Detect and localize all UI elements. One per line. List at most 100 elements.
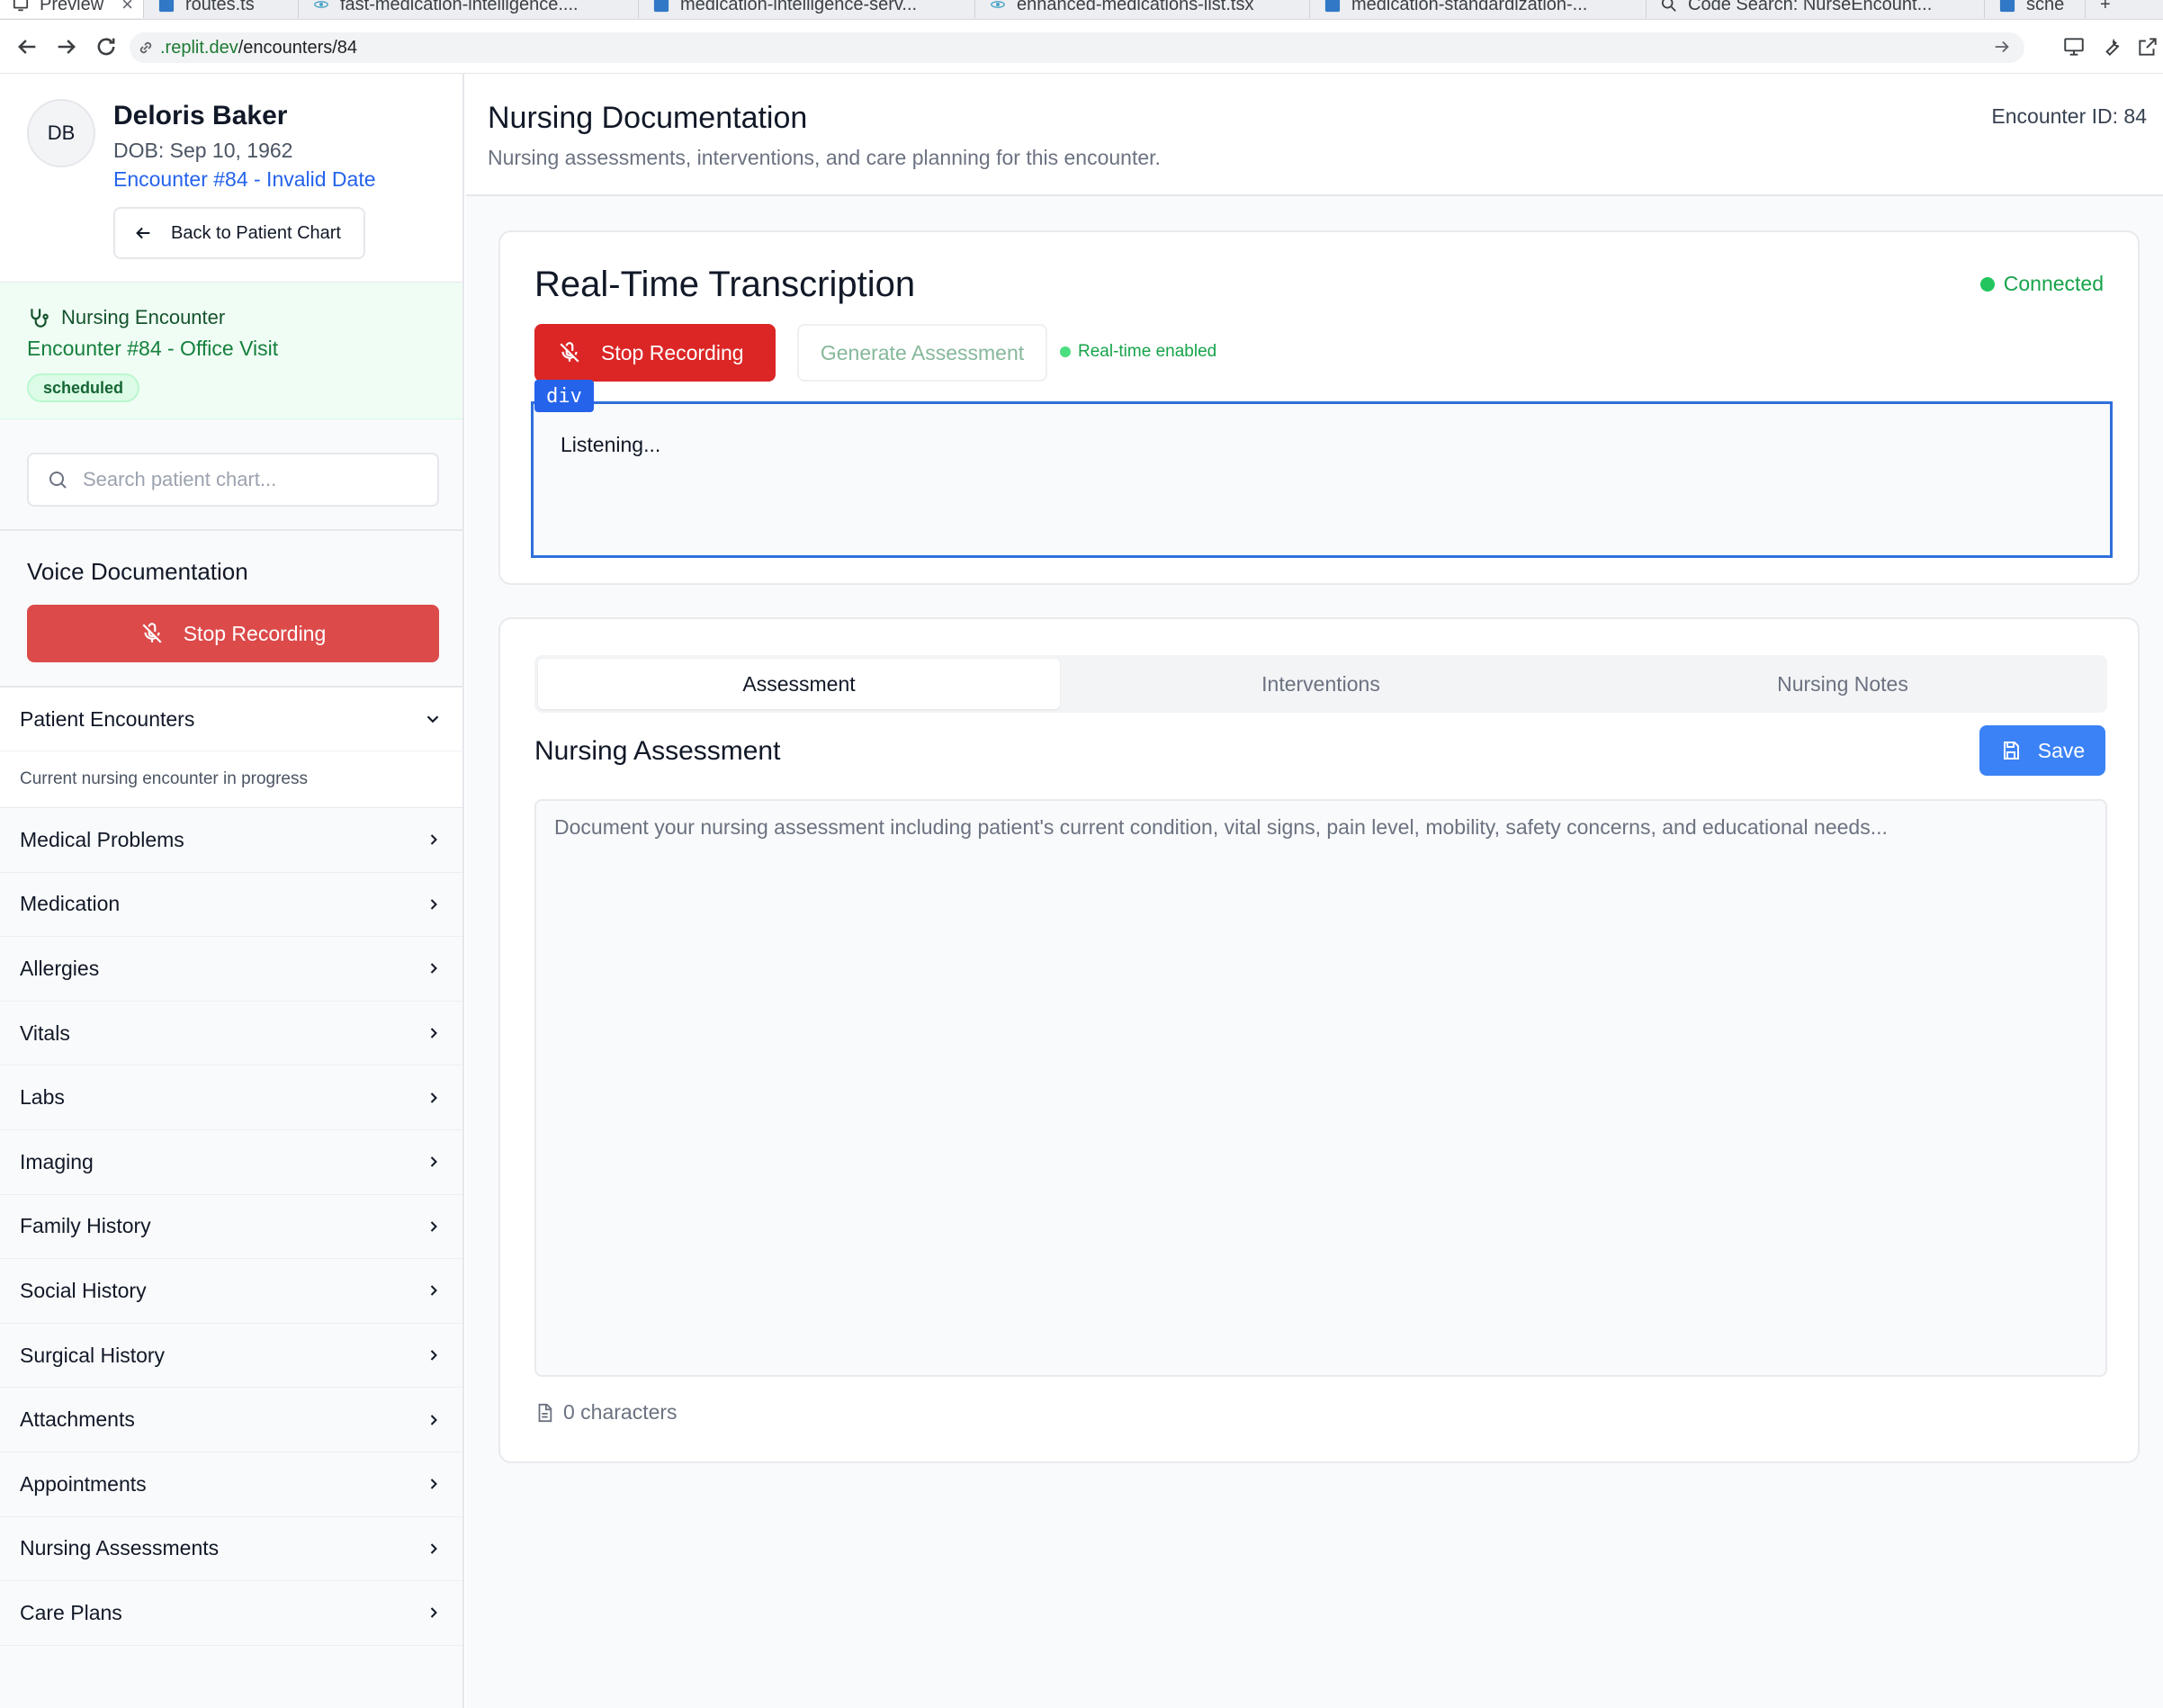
ts-file-icon xyxy=(158,0,175,13)
browser-tab-label: sche xyxy=(2026,0,2065,14)
browser-tab[interactable]: Preview × xyxy=(0,0,144,18)
generate-assessment-button[interactable]: Generate Assessment xyxy=(797,324,1047,382)
character-count: 0 characters xyxy=(534,1400,678,1425)
back-arrow-icon[interactable] xyxy=(14,34,40,59)
transcription-card: Real-Time Transcription Connected Stop R… xyxy=(498,230,2140,585)
browser-tab-bar: Preview × routes.ts fast-medication-inte… xyxy=(0,0,2163,20)
wrench-icon[interactable] xyxy=(2100,35,2123,58)
new-tab-button[interactable]: + xyxy=(2087,0,2163,18)
devices-icon[interactable] xyxy=(2062,35,2086,58)
sidebar-item-nursing-assessments[interactable]: Nursing Assessments xyxy=(0,1517,462,1582)
address-bar[interactable]: .replit.dev/encounters/84 xyxy=(130,32,2024,63)
sidebar-item-allergies[interactable]: Allergies xyxy=(0,937,462,1002)
plus-icon: + xyxy=(2100,0,2111,14)
browser-toolbar: .replit.dev/encounters/84 xyxy=(0,20,2163,74)
sidebar-item-family-history[interactable]: Family History xyxy=(0,1195,462,1260)
sidebar-item-label: Social History xyxy=(20,1278,147,1302)
search-placeholder: Search patient chart... xyxy=(83,468,277,490)
assessment-card: Assessment Interventions Nursing Notes N… xyxy=(498,617,2140,1463)
encounter-title-label: Nursing Encounter xyxy=(61,306,226,328)
chevron-right-icon xyxy=(430,963,437,975)
tab-nursing-notes[interactable]: Nursing Notes xyxy=(1582,659,2104,709)
sidebar-item-appointments[interactable]: Appointments xyxy=(0,1452,462,1517)
sidebar-item-medical-problems[interactable]: Medical Problems xyxy=(0,808,462,873)
stop-recording-button[interactable]: Stop Recording xyxy=(534,324,776,382)
search-input[interactable]: Search patient chart... xyxy=(27,453,439,507)
sidebar-item-label: Labs xyxy=(20,1085,65,1110)
arrow-right-icon[interactable] xyxy=(1992,37,2012,57)
save-icon xyxy=(2003,742,2019,760)
browser-tab[interactable]: medication-standardization-... xyxy=(1312,0,1647,18)
encounter-id: Encounter ID: 84 xyxy=(1991,104,2147,128)
browser-tab[interactable]: routes.ts xyxy=(146,0,299,18)
sidebar-item-vitals[interactable]: Vitals xyxy=(0,1002,462,1066)
chevron-right-icon xyxy=(430,834,437,846)
chevron-right-icon xyxy=(430,1479,437,1489)
patient-dob: DOB: Sep 10, 1962 xyxy=(113,139,293,162)
save-button[interactable]: Save xyxy=(1979,725,2105,776)
sidebar-item-label: Nursing Assessments xyxy=(20,1536,220,1560)
divider xyxy=(0,529,462,531)
back-to-chart-button[interactable]: Back to Patient Chart xyxy=(113,207,365,259)
assessment-textarea[interactable]: Document your nursing assessment includi… xyxy=(534,799,2107,1377)
external-link-icon[interactable] xyxy=(2136,35,2159,58)
close-icon[interactable]: × xyxy=(121,0,133,16)
mic-off-icon xyxy=(142,623,162,643)
sidebar-item-label: Allergies xyxy=(20,956,100,980)
chevron-right-icon xyxy=(430,1607,437,1619)
patient-encounters-header[interactable]: Patient Encounters xyxy=(0,688,462,751)
url-host: .replit.dev xyxy=(160,37,238,58)
back-button-label: Back to Patient Chart xyxy=(171,222,341,243)
main-content: Nursing Documentation Nursing assessment… xyxy=(466,74,2163,1708)
browser-tab[interactable]: enhanced-medications-list.tsx xyxy=(977,0,1310,18)
transcription-output: Listening... xyxy=(531,401,2113,558)
patient-header: DB Deloris Baker DOB: Sep 10, 1962 Encou… xyxy=(0,74,462,283)
sidebar-stop-recording-button[interactable]: Stop Recording xyxy=(27,605,439,662)
search-icon xyxy=(49,472,67,489)
connection-status: Connected xyxy=(1979,272,2104,296)
sidebar-item-labs[interactable]: Labs xyxy=(0,1065,462,1130)
document-icon xyxy=(538,1403,552,1422)
tab-interventions[interactable]: Interventions xyxy=(1060,659,1582,709)
save-label: Save xyxy=(2037,738,2086,762)
patient-sidebar: DB Deloris Baker DOB: Sep 10, 1962 Encou… xyxy=(0,74,464,1708)
encounter-subtitle: Encounter #84 - Office Visit xyxy=(27,337,279,360)
encounter-link[interactable]: Encounter #84 - Invalid Date xyxy=(113,167,376,192)
forward-arrow-icon[interactable] xyxy=(54,34,79,59)
page-title: Nursing Documentation xyxy=(488,101,808,135)
react-file-icon xyxy=(991,1,1005,8)
sidebar-item-medication[interactable]: Medication xyxy=(0,873,462,938)
status-dot xyxy=(1979,276,1995,292)
encounter-title: Nursing Encounter xyxy=(27,306,225,329)
browser-tab[interactable]: Code Search: NurseEncount... xyxy=(1648,0,1985,18)
sidebar-item-imaging[interactable]: Imaging xyxy=(0,1130,462,1195)
sidebar-item-surgical-history[interactable]: Surgical History xyxy=(0,1324,462,1389)
character-count-label: 0 characters xyxy=(563,1400,678,1424)
chevron-right-icon xyxy=(430,899,437,910)
stethoscope-icon xyxy=(31,309,49,328)
browser-tab-label: fast-medication-intelligence.... xyxy=(340,0,579,14)
chevron-right-icon xyxy=(430,1414,437,1425)
sidebar-item-attachments[interactable]: Attachments xyxy=(0,1388,462,1452)
chevron-right-icon xyxy=(430,1156,437,1167)
sidebar-item-label: Vitals xyxy=(20,1020,70,1045)
realtime-label: Real-time enabled xyxy=(1078,342,1217,361)
sidebar-item-label: Care Plans xyxy=(20,1600,122,1624)
sidebar-item-care-plans[interactable]: Care Plans xyxy=(0,1581,462,1646)
chevron-right-icon xyxy=(430,1092,437,1103)
sidebar-item-social-history[interactable]: Social History xyxy=(0,1259,462,1324)
status-badge: scheduled xyxy=(27,373,140,402)
link-icon xyxy=(139,41,152,54)
tab-assessment[interactable]: Assessment xyxy=(538,659,1060,709)
chevron-right-icon xyxy=(430,1285,437,1297)
page-header: Nursing Documentation Nursing assessment… xyxy=(466,74,2163,196)
browser-tab[interactable]: medication-intelligence-serv... xyxy=(641,0,975,18)
browser-tab[interactable]: fast-medication-intelligence.... xyxy=(301,0,639,18)
transcription-text: Listening... xyxy=(561,433,661,456)
stop-recording-label: Stop Recording xyxy=(601,340,744,364)
reload-icon[interactable] xyxy=(94,34,119,59)
realtime-indicator: Real-time enabled xyxy=(1060,342,1216,362)
browser-tab[interactable]: sche xyxy=(1987,0,2086,18)
inspector-element-label: div xyxy=(534,380,594,412)
stop-recording-label: Stop Recording xyxy=(183,621,327,645)
